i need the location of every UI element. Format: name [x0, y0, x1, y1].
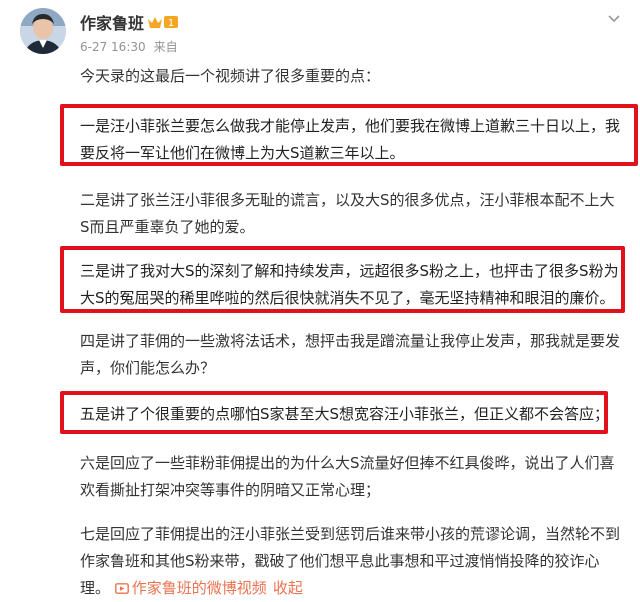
paragraph-7: 七是回应了菲佣提出的汪小菲张兰受到惩罚后谁来带小孩的荒谬论调，当然轮不到作家鲁班…	[80, 521, 620, 602]
highlight-box-1	[60, 104, 638, 166]
video-icon	[114, 583, 129, 594]
video-link[interactable]: 作家鲁班的微博视频	[114, 579, 267, 597]
vip-crown-badge[interactable]: 1	[147, 14, 179, 30]
paragraph-intro: 今天录的这最后一个视频讲了很多重要的点：	[80, 67, 381, 85]
collapse-link[interactable]: 收起	[273, 579, 303, 597]
video-link-label: 作家鲁班的微博视频	[131, 579, 267, 597]
paragraph-6: 六是回应了一些菲粉菲佣提出的为什么大S流量好但捧不红具俊晔，说出了人们喜欢看撕扯…	[80, 454, 615, 499]
avatar-image	[20, 8, 66, 54]
chevron-down-icon[interactable]	[606, 10, 622, 26]
badge-level: 1	[168, 18, 174, 29]
post-header: 作家鲁班 1 6-27 16:30 来自	[0, 0, 640, 62]
highlight-box-3	[60, 246, 625, 313]
paragraph-2: 二是讲了张兰汪小菲很多无耻的谎言，以及大S的很多优点，汪小菲根本配不上大S而且严…	[80, 191, 615, 236]
avatar[interactable]	[20, 8, 66, 54]
highlight-box-5	[60, 391, 608, 434]
timestamp[interactable]: 6-27 16:30	[80, 40, 146, 54]
post-meta: 6-27 16:30 来自	[80, 38, 178, 55]
post-source: 来自	[153, 40, 178, 54]
author-name[interactable]: 作家鲁班	[80, 10, 144, 34]
paragraph-4: 四是讲了菲佣的一些激将法话术，想抨击我是蹭流量让我停止发声，那我就是要发声，你们…	[80, 332, 621, 377]
